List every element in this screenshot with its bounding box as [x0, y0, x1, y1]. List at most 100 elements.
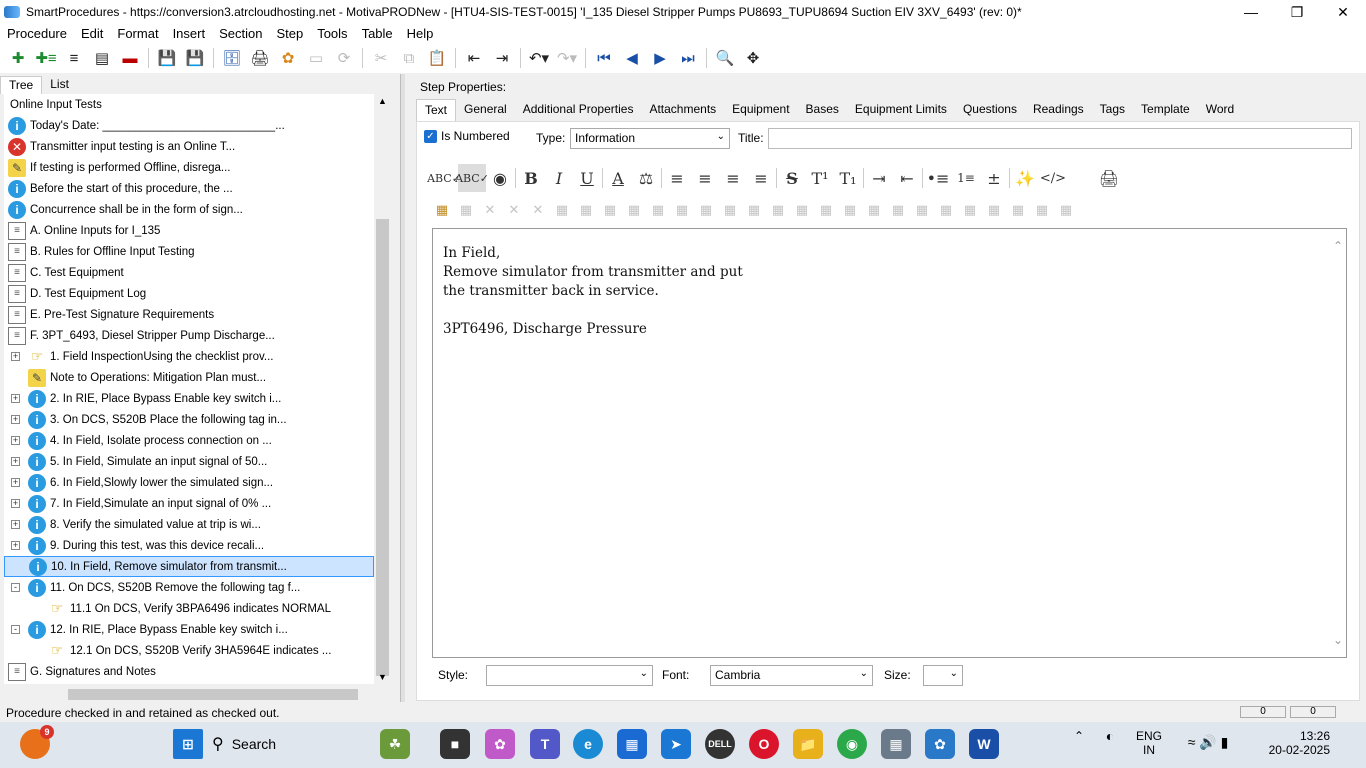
- tree-node[interactable]: ☞ 11.1 On DCS, Verify 3BPA6496 indicates …: [48, 598, 370, 619]
- table-tool-icon[interactable]: ▦: [862, 199, 886, 221]
- table-tool-icon[interactable]: ▦: [622, 199, 646, 221]
- spellcheck-auto-icon[interactable]: ABC✓: [455, 164, 489, 192]
- font-select[interactable]: Cambria ⌄: [710, 665, 873, 686]
- highlight-icon[interactable]: ⚖: [632, 164, 660, 192]
- expand-icon[interactable]: +: [11, 415, 20, 424]
- subscript-icon[interactable]: T₁: [834, 164, 862, 192]
- tab-tree[interactable]: Tree: [0, 76, 43, 94]
- frame-icon[interactable]: ▭: [302, 45, 330, 71]
- bullet-list-icon[interactable]: •≡: [924, 164, 952, 192]
- type-select[interactable]: Information ⌄: [570, 128, 730, 149]
- collapse-icon[interactable]: -: [11, 583, 20, 592]
- tree-node[interactable]: i Before the start of this procedure, the…: [8, 178, 370, 199]
- table-tool-icon[interactable]: ▦: [718, 199, 742, 221]
- expand-icon[interactable]: +: [11, 436, 20, 445]
- table-tool-icon[interactable]: ✕: [478, 199, 502, 221]
- file-explorer-icon[interactable]: 📁: [793, 729, 823, 759]
- redo-step-icon[interactable]: ⟳: [330, 45, 358, 71]
- superscript-icon[interactable]: T¹: [806, 164, 834, 192]
- tab-word[interactable]: Word: [1198, 99, 1242, 121]
- menu-table[interactable]: Table: [355, 26, 400, 41]
- tree-node[interactable]: i 3. On DCS, S520B Place the following ta…: [28, 409, 370, 430]
- app-icon[interactable]: ▦: [881, 729, 911, 759]
- justify-icon[interactable]: ≡: [747, 164, 775, 192]
- move-icon[interactable]: ✥: [739, 45, 767, 71]
- menu-format[interactable]: Format: [110, 26, 165, 41]
- clock[interactable]: 13:26 20-02-2025: [1256, 729, 1330, 757]
- print-icon[interactable]: 🖨: [1095, 164, 1123, 192]
- table-tool-icon[interactable]: ✕: [526, 199, 550, 221]
- taskbar-search[interactable]: ⚲ Search: [212, 729, 366, 759]
- table-tool-icon[interactable]: ▦: [646, 199, 670, 221]
- redo-icon[interactable]: ↷▾: [553, 45, 581, 71]
- expand-icon[interactable]: +: [11, 394, 20, 403]
- tree-node[interactable]: i 2. In RIE, Place Bypass Enable key swit…: [28, 388, 370, 409]
- first-icon[interactable]: ⏮: [590, 45, 618, 71]
- decor-app-icon[interactable]: ☘: [380, 729, 410, 759]
- tree-node[interactable]: ≡ F. 3PT_6493, Diesel Stripper Pump Disch…: [8, 325, 370, 346]
- insert-table-icon[interactable]: ▦: [430, 199, 454, 221]
- restore-icon[interactable]: ❐: [1274, 0, 1320, 24]
- table-tool-icon[interactable]: ▦: [1030, 199, 1054, 221]
- table-tool-icon[interactable]: ▦: [670, 199, 694, 221]
- plus-minus-icon[interactable]: ±: [980, 164, 1008, 192]
- align-center-icon[interactable]: ≡: [691, 164, 719, 192]
- tree-node[interactable]: i 6. In Field,Slowly lower the simulated …: [28, 472, 370, 493]
- color-picker-icon[interactable]: ◉: [486, 164, 514, 192]
- tab-questions[interactable]: Questions: [955, 99, 1025, 121]
- font-color-icon[interactable]: A: [604, 164, 632, 192]
- tab-tags[interactable]: Tags: [1092, 99, 1133, 121]
- expand-icon[interactable]: +: [11, 457, 20, 466]
- copilot-icon[interactable]: ✿: [485, 729, 515, 759]
- menu-step[interactable]: Step: [269, 26, 310, 41]
- title-input[interactable]: [768, 128, 1352, 149]
- menu-section[interactable]: Section: [212, 26, 269, 41]
- tree-node[interactable]: ≡ C. Test Equipment: [8, 262, 370, 283]
- tree-node[interactable]: i Concurrence shall be in the form of sig…: [8, 199, 370, 220]
- table-tool-icon[interactable]: ▦: [886, 199, 910, 221]
- tree-horizontal-scrollbar[interactable]: [4, 686, 374, 703]
- indent-right-icon[interactable]: ⇥: [865, 164, 893, 192]
- tab-text[interactable]: Text: [416, 99, 457, 121]
- tab-equipment-limits[interactable]: Equipment Limits: [847, 99, 955, 121]
- panel-splitter[interactable]: [400, 74, 405, 702]
- align-left-icon[interactable]: ≡: [663, 164, 691, 192]
- last-icon[interactable]: ⏭: [674, 45, 702, 71]
- start-icon[interactable]: ⊞: [173, 729, 203, 759]
- tree-node[interactable]: i 5. In Field, Simulate an input signal o…: [28, 451, 370, 472]
- align-right-icon[interactable]: ≡: [719, 164, 747, 192]
- tree-node[interactable]: i 10. In Field, Remove simulator from tra…: [4, 556, 374, 577]
- table-tool-icon[interactable]: ✕: [502, 199, 526, 221]
- copy-icon[interactable]: ⧉: [395, 45, 423, 71]
- store-icon[interactable]: ▦: [617, 729, 647, 759]
- tree-node[interactable]: i 11. On DCS, S520B Remove the following …: [28, 577, 370, 598]
- table-tool-icon[interactable]: ▦: [910, 199, 934, 221]
- expand-icon[interactable]: +: [11, 520, 20, 529]
- tree-scroll-thumb[interactable]: [376, 219, 389, 676]
- app-arrow-icon[interactable]: ➤: [661, 729, 691, 759]
- indent-left-icon[interactable]: ⇤: [893, 164, 921, 192]
- scroll-down-icon[interactable]: ▼: [374, 672, 391, 682]
- cut-icon[interactable]: ✂: [367, 45, 395, 71]
- strikethrough-icon[interactable]: S: [778, 164, 806, 192]
- table-tool-icon[interactable]: ▦: [598, 199, 622, 221]
- table-tool-icon[interactable]: ▦: [1006, 199, 1030, 221]
- step-text-editor[interactable]: In Field, Remove simulator from transmitt…: [432, 228, 1347, 658]
- link-icon[interactable]: ✿: [274, 45, 302, 71]
- tree-vertical-scrollbar[interactable]: ▲ ▼: [374, 94, 391, 684]
- outdent-icon[interactable]: ⇤: [460, 45, 488, 71]
- opera-icon[interactable]: O: [749, 729, 779, 759]
- numbered-list-icon[interactable]: 1≡: [952, 164, 980, 192]
- underline-icon[interactable]: U: [573, 164, 601, 192]
- tab-equipment[interactable]: Equipment: [724, 99, 797, 121]
- terminal-icon[interactable]: ■: [440, 729, 470, 759]
- tree-node[interactable]: ✎ Note to Operations: Mitigation Plan mus…: [28, 367, 370, 388]
- save-icon[interactable]: 💾: [181, 45, 209, 71]
- table-tool-icon[interactable]: ▦: [934, 199, 958, 221]
- expand-icon[interactable]: +: [11, 478, 20, 487]
- menu-help[interactable]: Help: [400, 26, 441, 41]
- tree-node[interactable]: i 4. In Field, Isolate process connection…: [28, 430, 370, 451]
- spellcheck-icon[interactable]: ABC✓: [427, 164, 461, 192]
- expand-icon[interactable]: +: [11, 352, 20, 361]
- list-detail-icon[interactable]: ▤: [88, 45, 116, 71]
